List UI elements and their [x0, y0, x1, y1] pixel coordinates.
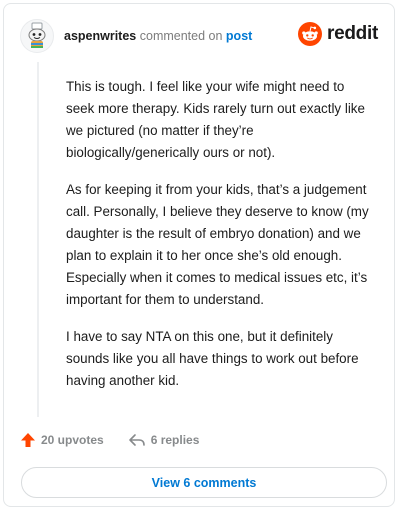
post-link[interactable]: post: [226, 29, 252, 43]
view-comments-button[interactable]: View 6 comments: [21, 467, 387, 498]
username-link[interactable]: aspenwrites: [64, 29, 136, 43]
comment-card: aspenwrites commented on post reddit Thi…: [3, 3, 395, 507]
replies-button[interactable]: 6 replies: [128, 432, 200, 448]
reply-arrow-icon: [128, 434, 145, 446]
thread-line: [37, 62, 39, 417]
comment-meta: aspenwrites commented on post: [64, 29, 252, 43]
action-text: commented on: [139, 29, 223, 43]
comment-actions: 20 upvotes 6 replies: [20, 432, 223, 448]
snoo-avatar-icon[interactable]: [20, 19, 54, 53]
comment-paragraph: I have to say NTA on this one, but it de…: [66, 329, 359, 388]
upvote-button[interactable]: 20 upvotes: [20, 432, 104, 448]
reddit-wordmark: reddit: [327, 23, 378, 44]
comment-body: This is tough. I feel like your wife mig…: [66, 76, 372, 407]
reply-count: 6 replies: [150, 433, 200, 447]
upvote-count: 20 upvotes: [41, 433, 104, 447]
comment-paragraph: As for keeping it from your kids, that’s…: [66, 182, 369, 307]
comment-header: aspenwrites commented on post reddit: [20, 18, 378, 54]
reddit-alien-icon: [298, 22, 323, 46]
upvote-arrow-icon: [21, 433, 35, 447]
reddit-logo[interactable]: reddit: [298, 22, 378, 46]
comment-paragraph: This is tough. I feel like your wife mig…: [66, 79, 365, 160]
